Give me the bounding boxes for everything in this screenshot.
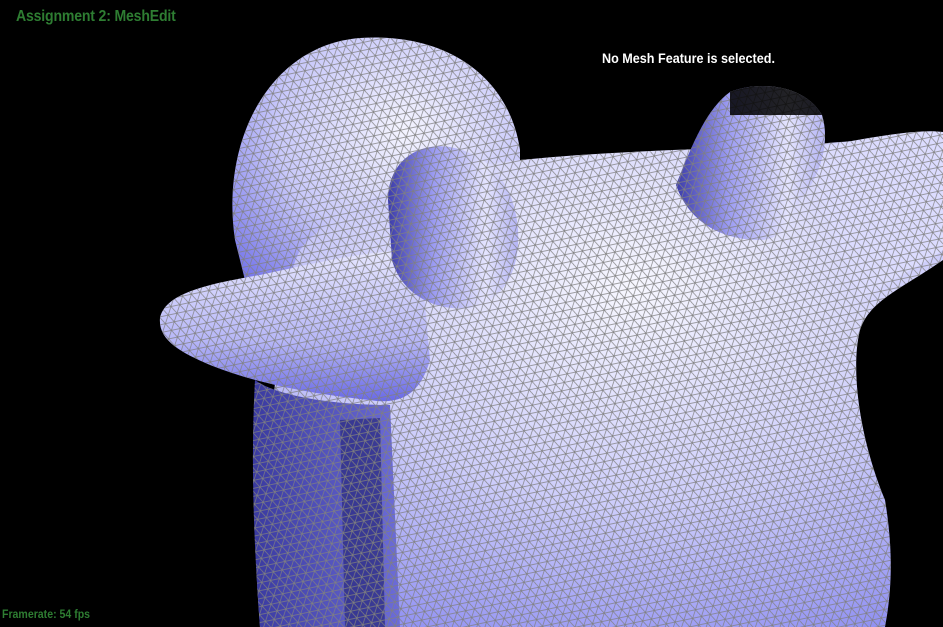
mesh-render[interactable] (0, 0, 943, 627)
mesh-wing-shadow (252, 380, 400, 627)
framerate-readout: Framerate: 54 fps (2, 607, 91, 621)
mesh-left-wing (159, 250, 430, 402)
app-title: Assignment 2: MeshEdit (16, 8, 176, 25)
selection-status: No Mesh Feature is selected. (602, 50, 775, 66)
mesh-viewport[interactable]: Assignment 2: MeshEdit No Mesh Feature i… (0, 0, 943, 627)
